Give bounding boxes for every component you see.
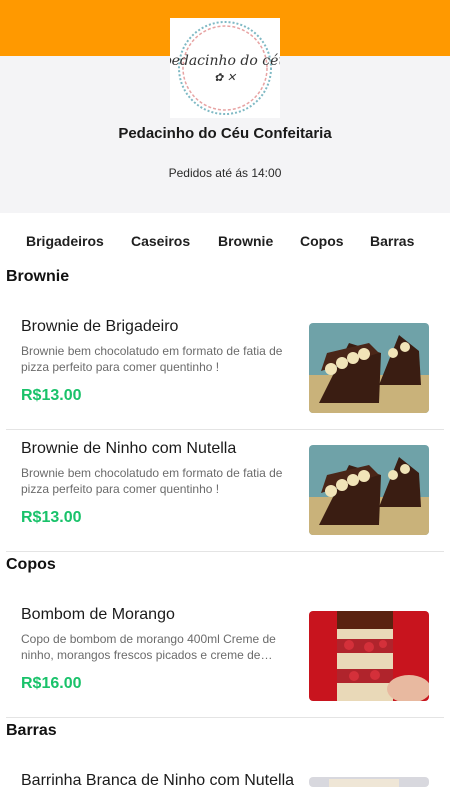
menu-item[interactable]: Brownie de Ninho com Nutella Brownie bem… <box>6 430 444 552</box>
item-price: R$13.00 <box>21 387 82 404</box>
brownie-photo <box>309 323 429 413</box>
brownie-photo <box>309 445 429 535</box>
order-hours: Pedidos até ás 14:00 <box>168 166 282 180</box>
menu-item[interactable]: Barrinha Branca de Ninho com Nutella <box>6 762 444 787</box>
tab-brownie[interactable]: Brownie <box>218 233 273 249</box>
category-tabs: Brigadeiros Caseiros Brownie Copos Barra… <box>0 213 450 268</box>
store-name: Pedacinho do Céu Confeitaria <box>118 125 332 142</box>
item-description: Brownie bem chocolatudo em formato de fa… <box>21 466 283 496</box>
item-price: R$13.00 <box>21 509 82 526</box>
item-name: Bombom de Morango <box>21 606 175 623</box>
bar-photo <box>309 777 429 787</box>
menu-item[interactable]: Bombom de Morango Copo de bombom de mora… <box>6 596 444 718</box>
svg-text:✿ ✕: ✿ ✕ <box>214 71 237 84</box>
menu-item[interactable]: Brownie de Brigadeiro Brownie bem chocol… <box>6 308 444 430</box>
tab-barras[interactable]: Barras <box>370 233 414 249</box>
item-price: R$16.00 <box>21 675 82 692</box>
logo-text: pedacinho do céu <box>170 53 280 69</box>
item-description: Copo de bombom de morango 400ml Creme de… <box>21 632 276 662</box>
item-name: Brownie de Ninho com Nutella <box>21 440 237 457</box>
item-description: Brownie bem chocolatudo em formato de fa… <box>21 344 283 374</box>
item-name: Brownie de Brigadeiro <box>21 318 179 335</box>
tab-caseiros[interactable]: Caseiros <box>131 233 190 249</box>
section-title-barras: Barras <box>6 722 57 739</box>
strawberry-cup-photo <box>309 611 429 701</box>
store-logo: pedacinho do céu ✿ ✕ <box>170 18 280 118</box>
section-title-brownie: Brownie <box>6 268 70 285</box>
tab-copos[interactable]: Copos <box>300 233 344 249</box>
tab-brigadeiros[interactable]: Brigadeiros <box>26 233 104 249</box>
store-header: pedacinho do céu ✿ ✕ Pedacinho do Céu Co… <box>0 18 450 213</box>
section-title-copos: Copos <box>6 556 56 573</box>
item-name: Barrinha Branca de Ninho com Nutella <box>21 772 295 787</box>
